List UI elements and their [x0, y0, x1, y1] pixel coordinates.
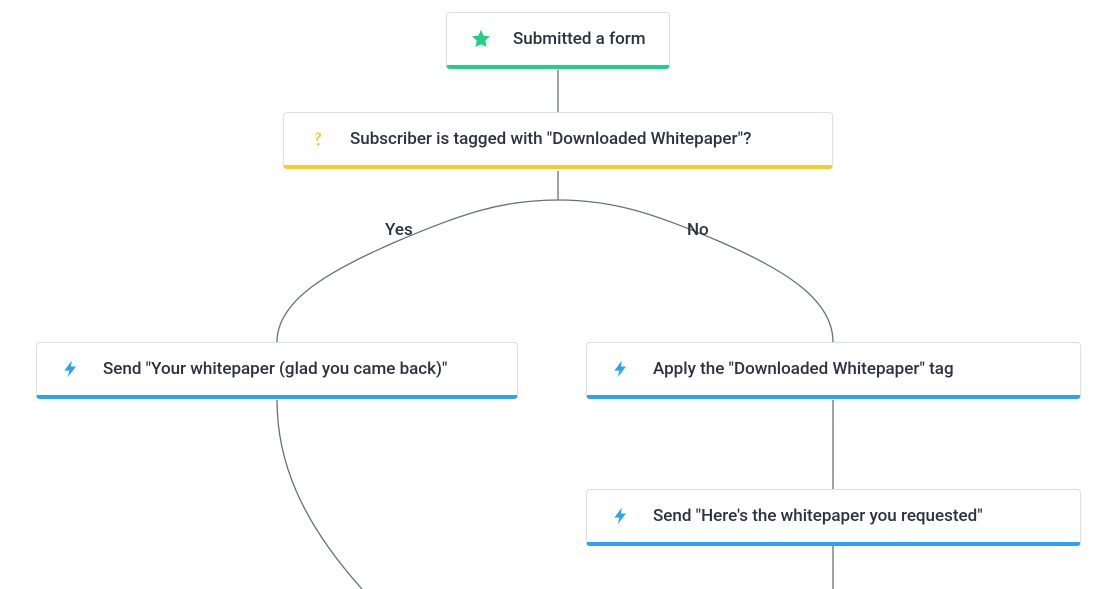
condition-label: Subscriber is tagged with "Downloaded Wh… [350, 129, 810, 149]
condition-node[interactable]: Subscriber is tagged with "Downloaded Wh… [283, 112, 833, 169]
bolt-icon [59, 357, 83, 381]
action-node-no-1[interactable]: Apply the "Downloaded Whitepaper" tag [586, 342, 1081, 399]
branch-label-no: No [687, 220, 709, 240]
trigger-label: Submitted a form [513, 29, 647, 49]
star-icon [469, 27, 493, 51]
action-label: Send "Here's the whitepaper you requeste… [653, 506, 1058, 526]
branch-label-yes: Yes [385, 220, 413, 240]
question-icon [306, 127, 330, 151]
bolt-icon [609, 357, 633, 381]
action-node-no-2[interactable]: Send "Here's the whitepaper you requeste… [586, 489, 1081, 546]
action-label: Send "Your whitepaper (glad you came bac… [103, 359, 495, 379]
action-label: Apply the "Downloaded Whitepaper" tag [653, 359, 1058, 379]
action-node-yes-1[interactable]: Send "Your whitepaper (glad you came bac… [36, 342, 518, 399]
trigger-node[interactable]: Submitted a form [446, 12, 670, 69]
bolt-icon [609, 504, 633, 528]
